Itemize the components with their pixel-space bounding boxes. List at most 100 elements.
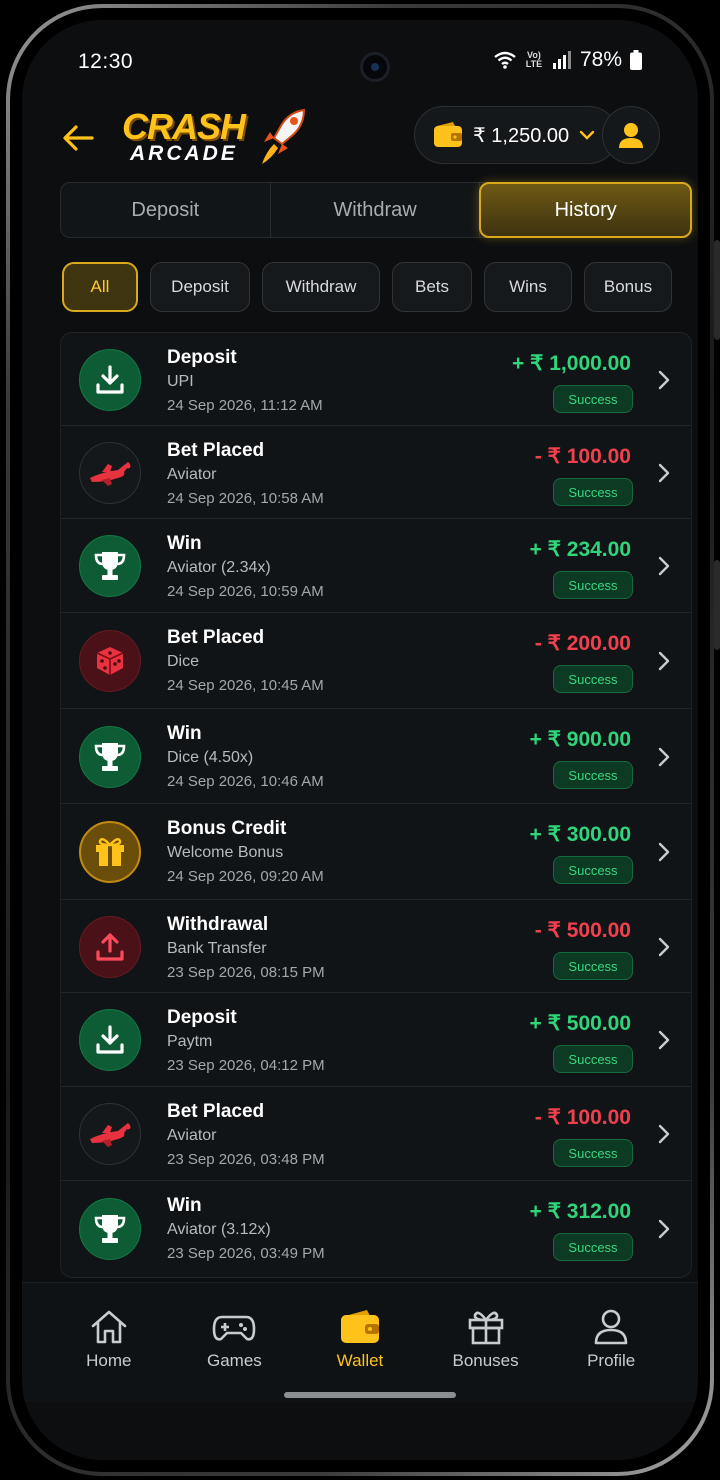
transaction-amount: - ₹ 100.00 [534, 445, 631, 468]
dice-icon [79, 630, 141, 692]
transaction-subtitle: Aviator [167, 1127, 217, 1144]
tab-withdraw[interactable]: Withdraw [271, 183, 481, 237]
nav-wallet-label: Wallet [336, 1351, 384, 1370]
transaction-row[interactable]: Win Dice (4.50x) 24 Sep 2026, 10:46 AM + ₹ … [61, 709, 691, 804]
chevron-down-icon [579, 130, 595, 140]
transaction-row[interactable]: Win Aviator (2.34x) 24 Sep 2026, 10:59 AM +… [61, 519, 691, 613]
home-icon [91, 1310, 127, 1344]
transaction-subtitle: Aviator (3.12x) [167, 1221, 271, 1238]
upload-icon [79, 916, 141, 978]
transaction-row[interactable]: Bet Placed Dice 24 Sep 2026, 10:45 AM - ₹ 2… [61, 613, 691, 709]
transaction-amount: + ₹ 234.00 [529, 538, 631, 561]
user-icon [619, 123, 643, 148]
transaction-subtitle: UPI [167, 373, 194, 390]
download-icon [79, 1009, 141, 1071]
transaction-amount: + ₹ 900.00 [529, 728, 631, 751]
filter-chip-wins[interactable]: Wins [484, 262, 572, 312]
chevron-right-icon[interactable] [657, 1029, 671, 1051]
logo-text-arcade: ARCADE [130, 142, 238, 165]
nav-profile[interactable]: Profile [556, 1309, 666, 1402]
status-badge: Success [553, 952, 633, 980]
phone-bezel: 12:30 Vo) LTE 78% CRASH ARCADE ₹ 1,250.0… [10, 8, 710, 1472]
signal-icon [552, 51, 571, 69]
transaction-subtitle: Paytm [167, 1033, 213, 1050]
transaction-subtitle: Dice (4.50x) [167, 749, 254, 766]
transaction-row[interactable]: Deposit Paytm 23 Sep 2026, 04:12 PM + ₹ 500… [61, 993, 691, 1087]
tab-history[interactable]: History [479, 182, 693, 238]
nav-wallet[interactable]: Wallet [305, 1309, 415, 1402]
status-badge: Success [553, 571, 633, 599]
chevron-right-icon[interactable] [657, 746, 671, 768]
chevron-right-icon[interactable] [657, 462, 671, 484]
transaction-row[interactable]: Withdrawal Bank Transfer 23 Sep 2026, 08:1… [61, 900, 691, 993]
status-badge: Success [553, 478, 633, 506]
transaction-date: 23 Sep 2026, 04:12 PM [167, 1057, 325, 1074]
profile-avatar-button[interactable] [602, 106, 660, 164]
trophy-icon [79, 726, 141, 788]
chevron-right-icon[interactable] [657, 555, 671, 577]
transaction-date: 23 Sep 2026, 08:15 PM [167, 964, 325, 981]
transaction-date: 24 Sep 2026, 10:59 AM [167, 583, 324, 600]
airplane-icon [79, 1103, 141, 1165]
transaction-subtitle: Bank Transfer [167, 940, 267, 957]
status-badge: Success [553, 1233, 633, 1261]
transaction-row[interactable]: Bonus Credit Welcome Bonus 24 Sep 2026, 09… [61, 804, 691, 900]
transaction-date: 24 Sep 2026, 09:20 AM [167, 868, 324, 885]
filter-chip-bonus[interactable]: Bonus [584, 262, 672, 312]
status-badge: Success [553, 385, 633, 413]
transaction-date: 24 Sep 2026, 10:58 AM [167, 490, 324, 507]
home-indicator[interactable] [284, 1392, 456, 1398]
transaction-amount: - ₹ 500.00 [534, 919, 631, 942]
nav-home[interactable]: Home [54, 1309, 164, 1402]
transaction-date: 24 Sep 2026, 11:12 AM [167, 397, 323, 414]
volume-button [714, 240, 720, 340]
filter-chip-all[interactable]: All [62, 262, 138, 312]
status-time: 12:30 [78, 50, 134, 73]
phone-frame: 12:30 Vo) LTE 78% CRASH ARCADE ₹ 1,250.0… [6, 4, 714, 1476]
transaction-amount: + ₹ 500.00 [529, 1012, 631, 1035]
transaction-amount: - ₹ 200.00 [534, 632, 631, 655]
status-badge: Success [553, 1045, 633, 1073]
transaction-row[interactable]: Bet Placed Aviator 23 Sep 2026, 03:48 PM - … [61, 1087, 691, 1181]
battery-percent: 78% [579, 48, 622, 71]
front-camera [360, 52, 390, 82]
transaction-title: Bet Placed [167, 627, 265, 648]
back-arrow-icon[interactable] [58, 118, 98, 158]
chevron-right-icon[interactable] [657, 1218, 671, 1240]
rocket-icon [262, 108, 306, 164]
tab-deposit[interactable]: Deposit [61, 183, 271, 237]
filter-chip-deposit[interactable]: Deposit [150, 262, 250, 312]
wallet-balance-button[interactable]: ₹ 1,250.00 [414, 106, 618, 164]
transaction-row[interactable]: Deposit UPI 24 Sep 2026, 11:12 AM + ₹ 1,000… [61, 333, 691, 426]
transaction-amount: + ₹ 1,000.00 [511, 352, 631, 375]
gamepad-icon [213, 1315, 256, 1341]
transaction-row[interactable]: Win Aviator (3.12x) 23 Sep 2026, 03:49 PM +… [61, 1181, 691, 1277]
chevron-right-icon[interactable] [657, 650, 671, 672]
wallet-icon [340, 1310, 379, 1343]
chevron-right-icon[interactable] [657, 936, 671, 958]
transaction-amount: + ₹ 300.00 [529, 823, 631, 846]
transaction-title: Win [167, 723, 202, 744]
transaction-title: Bet Placed [167, 440, 265, 461]
transaction-row[interactable]: Bet Placed Aviator 24 Sep 2026, 10:58 AM - … [61, 426, 691, 519]
transaction-title: Deposit [167, 347, 237, 368]
transaction-date: 24 Sep 2026, 10:46 AM [167, 773, 324, 790]
app-screen: 12:30 Vo) LTE 78% CRASH ARCADE ₹ 1,250.0… [22, 20, 698, 1460]
gift-icon [79, 821, 141, 883]
download-icon [79, 349, 141, 411]
transaction-title: Bet Placed [167, 1101, 265, 1122]
chevron-right-icon[interactable] [657, 841, 671, 863]
app-header: CRASH ARCADE ₹ 1,250.00 [22, 104, 698, 172]
nav-home-label: Home [86, 1351, 132, 1370]
filter-chip-bets[interactable]: Bets [392, 262, 472, 312]
chevron-right-icon[interactable] [657, 369, 671, 391]
chevron-right-icon[interactable] [657, 1123, 671, 1145]
status-icons: Vo) LTE 78% [494, 48, 642, 72]
user-icon [594, 1309, 628, 1345]
transaction-title: Win [167, 533, 202, 554]
history-filters: All Deposit Withdraw Bets Wins Bonus [62, 262, 672, 312]
filter-chip-withdraw[interactable]: Withdraw [262, 262, 380, 312]
nav-games[interactable]: Games [179, 1309, 289, 1402]
nav-bonuses[interactable]: Bonuses [431, 1309, 541, 1402]
nav-games-label: Games [206, 1351, 262, 1370]
